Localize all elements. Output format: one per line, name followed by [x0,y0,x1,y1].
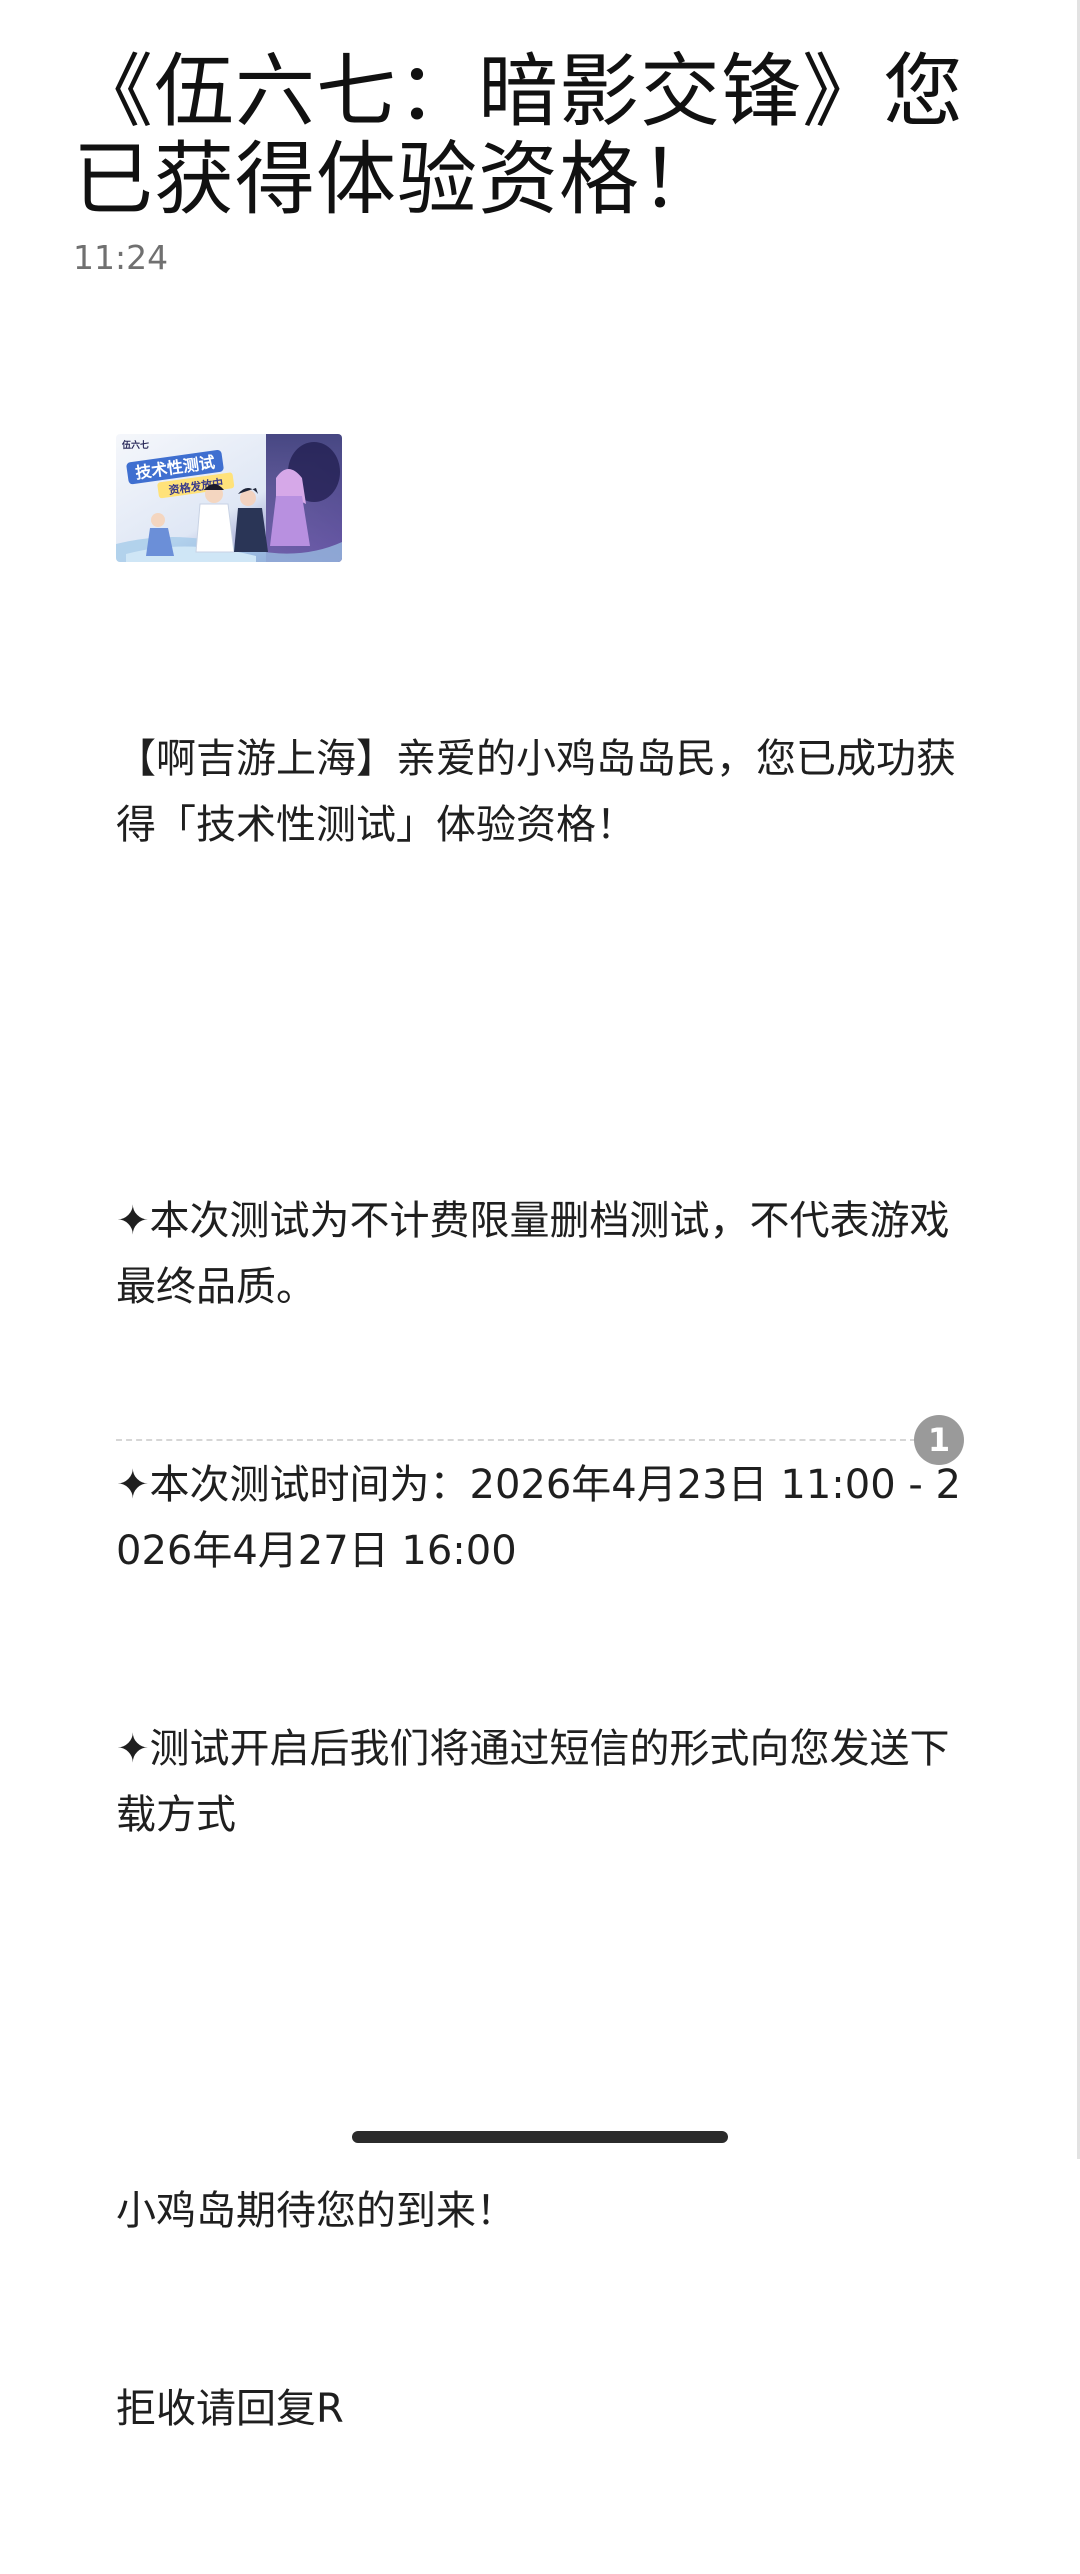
home-indicator-bar[interactable] [352,2131,728,2143]
message-title: 《伍六七：暗影交锋》您已获得体验资格！ [73,45,964,226]
message-count-badge[interactable]: 1 [914,1415,964,1465]
banner-logo: 伍六七 [121,439,149,451]
message-content: 【啊吉游上海】亲爱的小鸡岛岛民，您已成功获得「技术性测试」体验资格！ ✦本次测试… [116,594,966,2574]
message-bullet-2: ✦本次测试时间为：2026年4月23日 11:00 - 2026年4月27日 1… [116,1462,961,1574]
message-body: 技术性测试 资格发放中 伍六七 【啊吉游上海】亲爱的小鸡岛岛民，您已成功获得「技… [116,434,966,2574]
message-unsubscribe: 拒收请回复R [116,2386,344,2432]
message-header: 《伍六七：暗影交锋》您已获得体验资格！ 11:24 [73,48,1023,278]
message-time: 11:24 [73,238,169,277]
message-bullet-3: ✦测试开启后我们将通过短信的形式向您发送下载方式 [116,1726,950,1838]
dashed-divider [116,1439,916,1441]
message-footer: 1 [116,1415,964,1465]
game-promo-banner-image[interactable]: 技术性测试 资格发放中 伍六七 [116,434,342,562]
message-bullet-1: ✦本次测试为不计费限量删档测试，不代表游戏最终品质。 [116,1198,950,1310]
message-closing: 小鸡岛期待您的到来！ [116,2188,516,2234]
message-intro: 【啊吉游上海】亲爱的小鸡岛岛民，您已成功获得「技术性测试」体验资格！ [116,736,956,848]
